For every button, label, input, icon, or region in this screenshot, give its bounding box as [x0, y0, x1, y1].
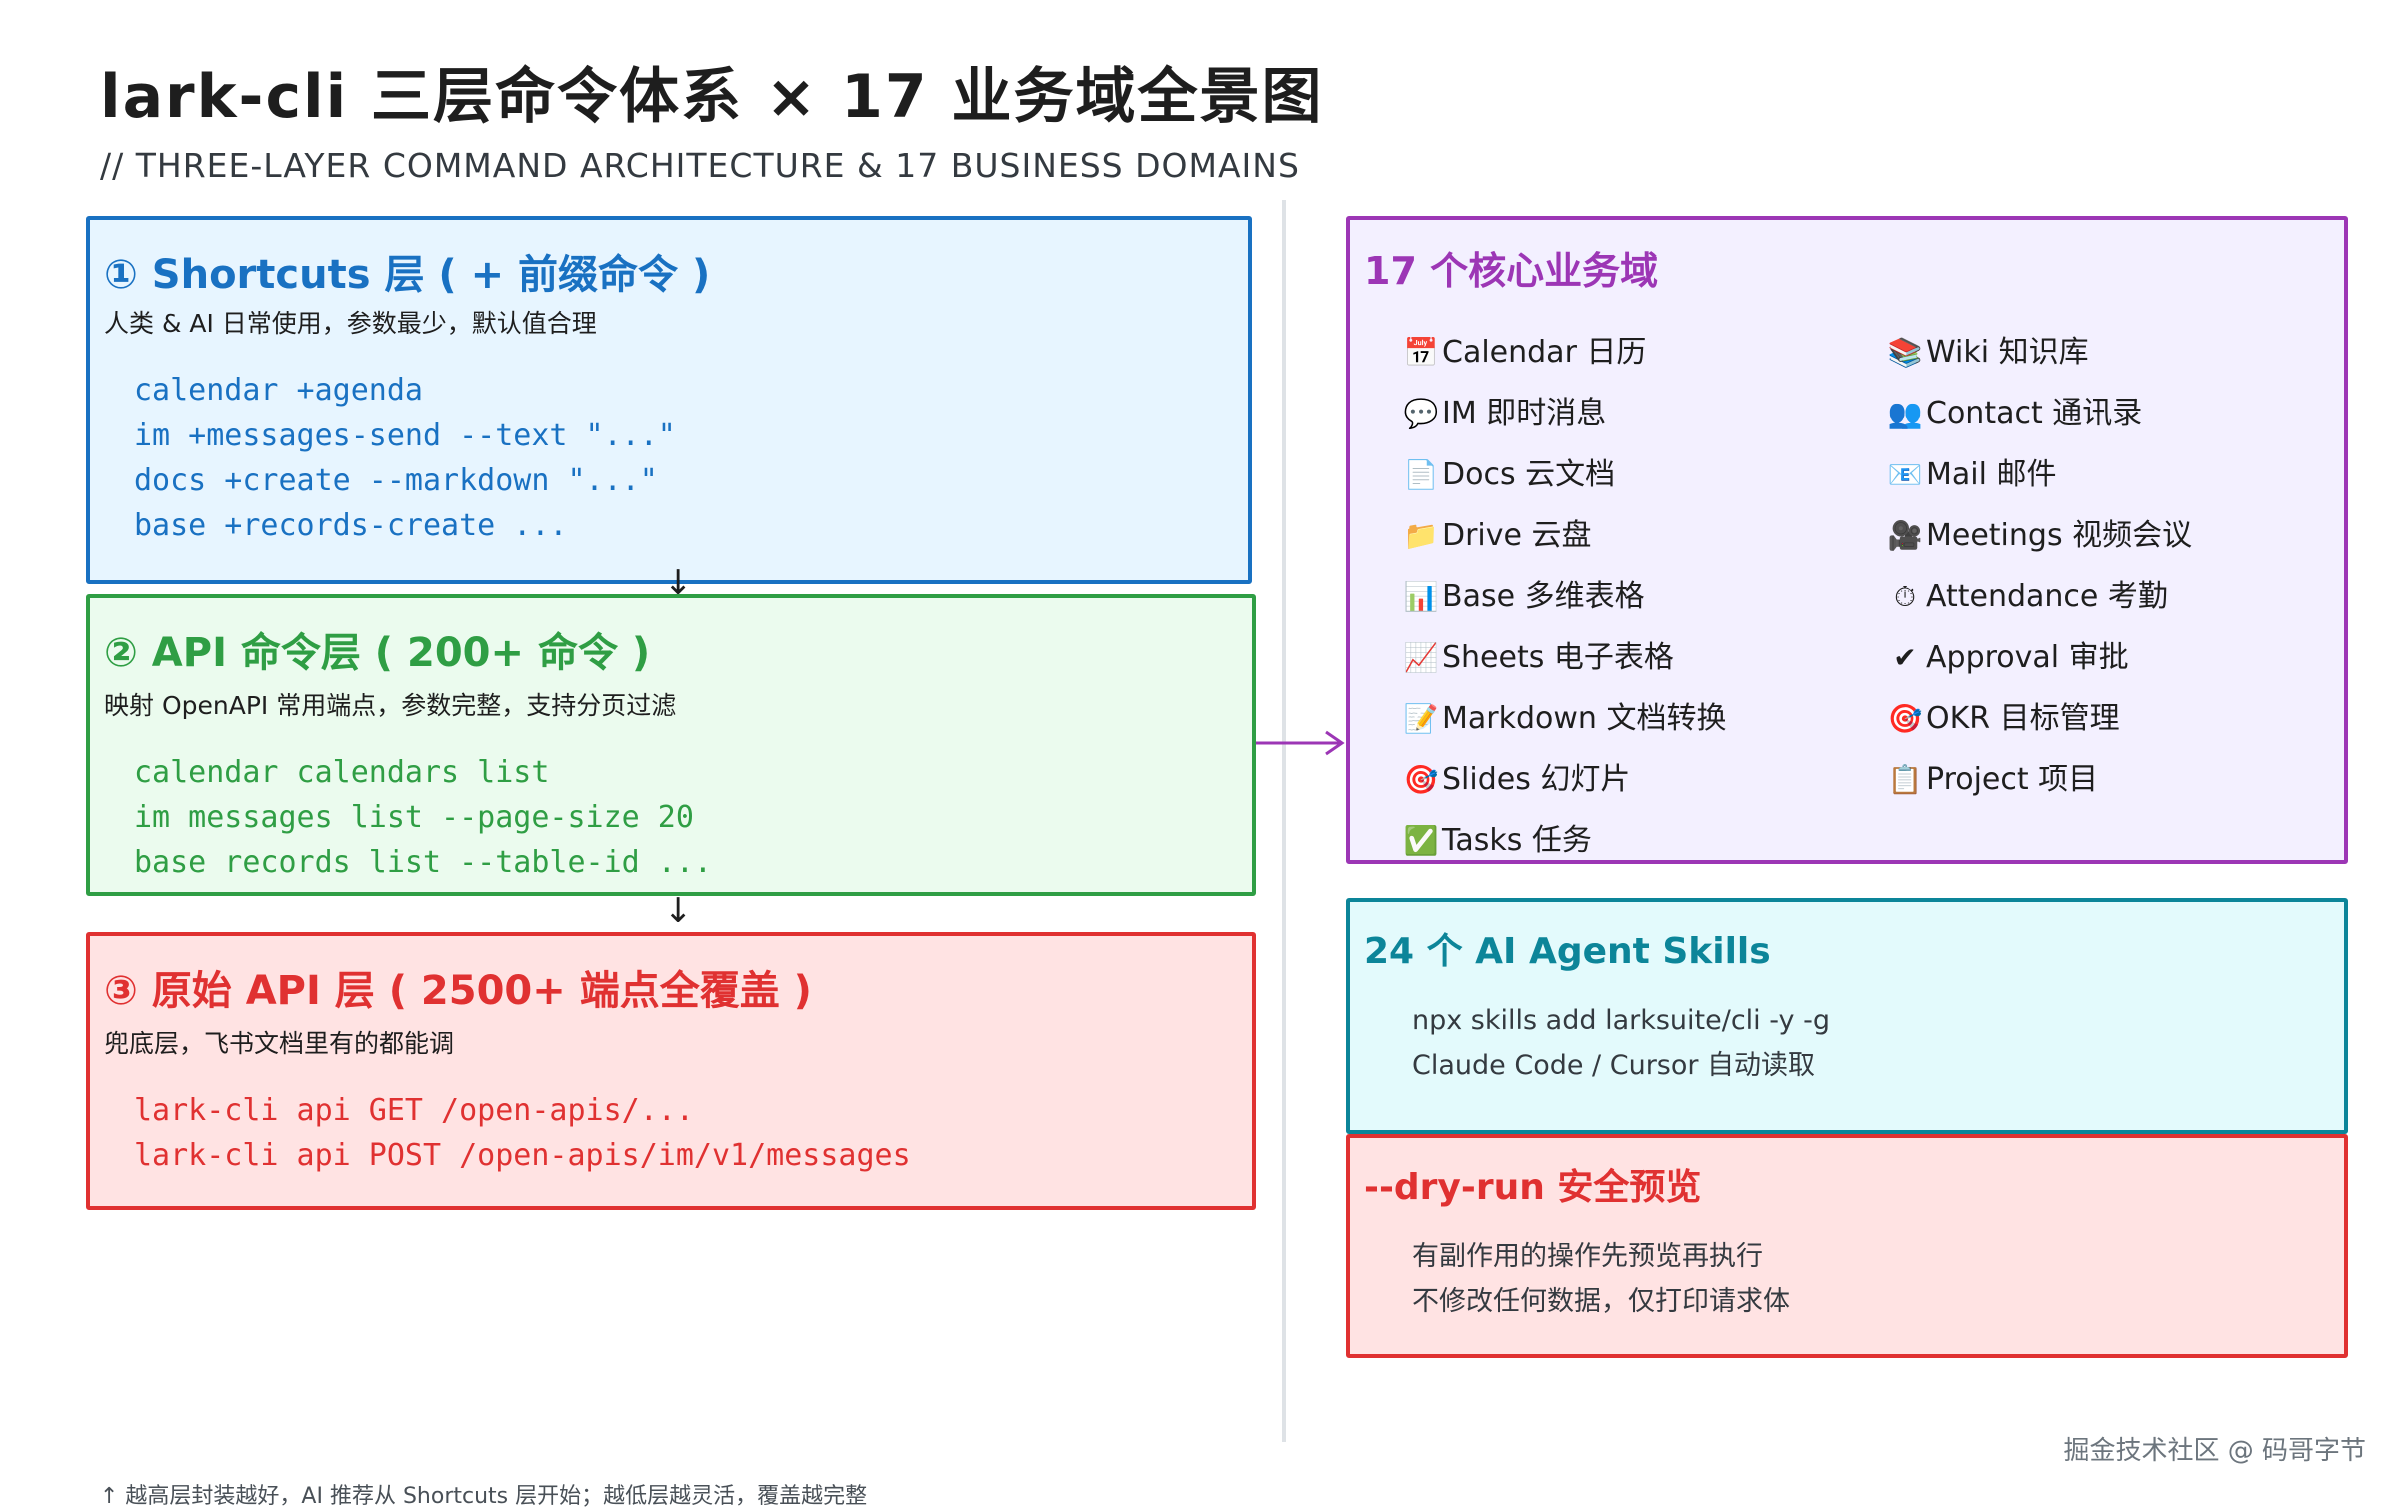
domain-label: Mail 邮件 [1926, 457, 2057, 492]
books-icon: 📚 [1887, 336, 1923, 369]
domain-item: 👥 Contact 通讯录 [1886, 383, 2192, 444]
api-layer-title: ② API 命令层 ( 200+ 命令 ) [104, 630, 651, 676]
raw-api-layer-box: ③ 原始 API 层 ( 2500+ 端点全覆盖 ) 兜底层，飞书文档里有的都能… [86, 932, 1256, 1210]
domain-item: ✅ Tasks 任务 [1402, 810, 1726, 871]
calendar-icon: 📅 [1403, 336, 1439, 369]
code-line: lark-cli api GET /open-apis/... [134, 1093, 694, 1128]
domain-label: Markdown 文档转换 [1442, 701, 1727, 736]
check-box-icon: ✅ [1403, 824, 1439, 857]
domain-item: 📋 Project 项目 [1886, 749, 2192, 810]
code-line: calendar +agenda [134, 373, 423, 408]
domain-label: Docs 云文档 [1442, 457, 1616, 492]
domain-label: Attendance 考勤 [1926, 579, 2168, 614]
domain-item: 📚 Wiki 知识库 [1886, 322, 2192, 383]
people-icon: 👥 [1887, 397, 1923, 430]
watermark: 掘金技术社区 @ 码哥字节 [2063, 1436, 2366, 1466]
check-mark-icon: ✔ [1893, 641, 1917, 674]
target-icon: 🎯 [1403, 763, 1439, 796]
document-icon: 📄 [1403, 458, 1439, 491]
domain-item: 📝 Markdown 文档转换 [1402, 688, 1727, 749]
domain-label: Sheets 电子表格 [1442, 640, 1674, 675]
domain-label: OKR 目标管理 [1926, 701, 2120, 736]
page-title: lark-cli 三层命令体系 × 17 业务域全景图 [100, 62, 1324, 132]
domain-list-right: 📚 Wiki 知识库 👥 Contact 通讯录 📧 Mail 邮件 🎥 Meetings 视… [1886, 322, 2193, 810]
domain-item: 📧 Mail 邮件 [1886, 444, 2192, 505]
domain-item: 🎯 OKR 目标管理 [1886, 688, 2192, 749]
domain-label: Calendar 日历 [1442, 335, 1647, 370]
dry-run-box: --dry-run 安全预览 有副作用的操作先预览再执行 不修改任何数据，仅打印… [1346, 1134, 2348, 1358]
raw-api-layer-desc: 兜底层，飞书文档里有的都能调 [104, 1029, 455, 1058]
domain-item: 📄 Docs 云文档 [1402, 444, 1726, 505]
bar-chart-icon: 📊 [1403, 580, 1439, 613]
api-layer-desc: 映射 OpenAPI 常用端点，参数完整，支持分页过滤 [104, 691, 677, 720]
vertical-divider [1282, 200, 1286, 1442]
speech-bubble-icon: 💬 [1403, 397, 1439, 430]
code-line: im messages list --page-size 20 [134, 800, 694, 835]
page-subtitle: // THREE-LAYER COMMAND ARCHITECTURE & 17… [100, 146, 1300, 185]
video-camera-icon: 🎥 [1887, 519, 1923, 552]
domain-item: ⏱ Attendance 考勤 [1886, 566, 2192, 627]
domain-label: Base 多维表格 [1442, 579, 1645, 614]
code-line: base +records-create ... [134, 508, 568, 543]
code-line: lark-cli api POST /open-apis/im/v1/messa… [134, 1138, 911, 1173]
domain-label: Project 项目 [1926, 762, 2099, 797]
memo-icon: 📝 [1403, 702, 1439, 735]
arrow-right-icon [1256, 730, 1345, 756]
dry-run-lines: 有副作用的操作先预览再执行 不修改任何数据，仅打印请求体 [1412, 1234, 1790, 1324]
domain-label: Slides 幻灯片 [1442, 762, 1631, 797]
domain-label: Drive 云盘 [1442, 518, 1592, 553]
line-chart-icon: 📈 [1403, 641, 1439, 674]
mail-icon: 📧 [1887, 458, 1923, 491]
domain-item: 💬 IM 即时消息 [1402, 383, 1726, 444]
code-line: docs +create --markdown "..." [134, 463, 658, 498]
domain-list-left: 📅 Calendar 日历 💬 IM 即时消息 📄 Docs 云文档 📁 Drive 云盘 📊 B… [1402, 322, 1727, 871]
dry-run-line: 有副作用的操作先预览再执行 [1412, 1241, 1763, 1272]
domain-item: 📁 Drive 云盘 [1402, 505, 1726, 566]
target-icon: 🎯 [1887, 702, 1923, 735]
domains-title: 17 个核心业务域 [1364, 249, 1659, 293]
clipboard-icon: 📋 [1887, 763, 1923, 796]
skills-line: npx skills add larksuite/cli -y -g [1412, 1005, 1830, 1036]
domain-label: Wiki 知识库 [1926, 335, 2089, 370]
code-line: calendar calendars list [134, 755, 550, 790]
domain-item: 📅 Calendar 日历 [1402, 322, 1726, 383]
code-line: im +messages-send --text "..." [134, 418, 676, 453]
raw-api-layer-title: ③ 原始 API 层 ( 2500+ 端点全覆盖 ) [104, 968, 812, 1014]
shortcuts-layer-box: ① Shortcuts 层 ( + 前缀命令 ) 人类 & AI 日常使用，参数… [86, 216, 1252, 584]
domains-box: 17 个核心业务域 📅 Calendar 日历 💬 IM 即时消息 📄 Docs 云文档 📁… [1346, 216, 2348, 864]
skills-line: Claude Code / Cursor 自动读取 [1412, 1050, 1816, 1081]
domain-label: Contact 通讯录 [1926, 396, 2143, 431]
dry-run-title: --dry-run 安全预览 [1364, 1167, 1702, 1208]
agent-skills-lines: npx skills add larksuite/cli -y -g Claud… [1412, 998, 1830, 1088]
agent-skills-box: 24 个 AI Agent Skills npx skills add lark… [1346, 898, 2348, 1134]
domain-item: 📈 Sheets 电子表格 [1402, 627, 1726, 688]
folder-icon: 📁 [1403, 519, 1439, 552]
domain-item: 🎯 Slides 幻灯片 [1402, 749, 1726, 810]
domain-item: 📊 Base 多维表格 [1402, 566, 1726, 627]
footer-note: ↑ 越高层封装越好，AI 推荐从 Shortcuts 层开始；越低层越灵活，覆盖… [100, 1484, 868, 1509]
domain-label: Meetings 视频会议 [1926, 518, 2193, 553]
shortcuts-layer-title: ① Shortcuts 层 ( + 前缀命令 ) [104, 252, 711, 298]
dry-run-line: 不修改任何数据，仅打印请求体 [1412, 1286, 1790, 1317]
domain-label: Approval 审批 [1926, 640, 2129, 675]
raw-api-code-list: lark-cli api GET /open-apis/... lark-cli… [134, 1088, 911, 1178]
api-code-list: calendar calendars list im messages list… [134, 750, 712, 885]
domain-item: ✔ Approval 审批 [1886, 627, 2192, 688]
api-layer-box: ② API 命令层 ( 200+ 命令 ) 映射 OpenAPI 常用端点，参数… [86, 594, 1256, 896]
domain-item: 🎥 Meetings 视频会议 [1886, 505, 2193, 566]
agent-skills-title: 24 个 AI Agent Skills [1364, 931, 1771, 972]
domain-label: Tasks 任务 [1442, 823, 1592, 858]
stopwatch-icon: ⏱ [1894, 580, 1916, 613]
shortcuts-layer-desc: 人类 & AI 日常使用，参数最少，默认值合理 [104, 309, 597, 338]
domain-label: IM 即时消息 [1442, 396, 1607, 431]
arrow-down-icon: ↓ [664, 891, 693, 931]
shortcuts-code-list: calendar +agenda im +messages-send --tex… [134, 368, 676, 548]
code-line: base records list --table-id ... [134, 845, 712, 880]
